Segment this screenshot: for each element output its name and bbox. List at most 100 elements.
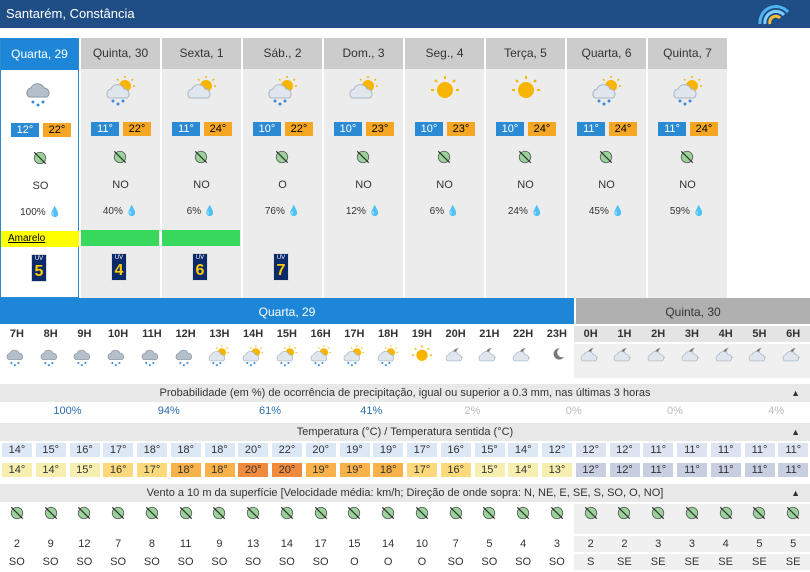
feels-like-row: 14° 14° 15° 16° 17° 18° 18° 20° 20° 19° 19° 18° 17° 1… xyxy=(0,463,810,479)
sun-rain-icon xyxy=(310,345,331,367)
feels-like-cell: 14° xyxy=(35,463,66,477)
wind-direction-icon xyxy=(516,506,530,520)
feels-like-cell: 14° xyxy=(508,463,539,477)
day-column[interactable]: Quinta, 30 11° 22° NO 40% 💧 UV 4 xyxy=(81,38,160,298)
min-temp: 10° xyxy=(496,122,524,136)
wind-speed-cell: 7 xyxy=(452,538,459,550)
temp-cell: 14° xyxy=(2,443,32,457)
day-column[interactable]: Sexta, 1 11° 24° NO 6% 💧 UV 6 xyxy=(162,38,241,298)
wind-direction-icon xyxy=(194,150,208,164)
warning-level[interactable] xyxy=(162,230,240,246)
day-column[interactable]: Terça, 5 10° 24° NO 24% 💧 xyxy=(486,38,565,298)
wind-section-title: Vento a 10 m da superfície [Velocidade m… xyxy=(146,487,664,499)
wind-dir-cell: SO xyxy=(245,556,262,568)
wind-speed-cell: 7 xyxy=(115,538,122,550)
day-tab[interactable]: Dom., 3 xyxy=(324,38,403,69)
location-title: Santarém, Constância xyxy=(6,6,135,21)
temp-cell: 17° xyxy=(407,443,437,457)
precip-probability: 12% 💧 xyxy=(324,206,403,217)
warning-level[interactable] xyxy=(81,230,159,246)
hour-icon-cell xyxy=(641,344,675,378)
wind-direction: SO xyxy=(32,180,49,192)
chevron-up-icon[interactable]: ▲ xyxy=(791,484,800,502)
moon-cloud-icon xyxy=(681,348,699,362)
wind-dir-cell: O xyxy=(383,556,393,568)
day-tab[interactable]: Quinta, 30 xyxy=(81,38,160,69)
min-temp: 11° xyxy=(91,122,119,136)
day-tab[interactable]: Sáb., 2 xyxy=(243,38,322,69)
day-tab[interactable]: Sexta, 1 xyxy=(162,38,241,69)
wind-speed-row: 2 9 12 7 8 11 9 13 14 17 15 14 10 7 5 4 3 2 2 3 3 4 5 5 xyxy=(0,536,810,552)
wind-icon-cell xyxy=(169,504,203,534)
wind-icon-cell xyxy=(0,504,34,534)
wind-direction-icon xyxy=(10,506,24,520)
wind-speed-cell: 13 xyxy=(247,538,260,550)
wind-icon-cell xyxy=(439,504,473,534)
day-tab[interactable]: Seg., 4 xyxy=(405,38,484,69)
day-column[interactable]: Quinta, 7 11° 24° NO 59% 💧 xyxy=(648,38,727,298)
temp-section-title: Temperatura (°C) / Temperatura sentida (… xyxy=(296,426,514,438)
day-column[interactable]: Dom., 3 10° 23° NO 12% 💧 xyxy=(324,38,403,298)
uv-value: 6 xyxy=(195,262,205,279)
droplet-icon: 💧 xyxy=(444,206,460,217)
wind-direction-icon xyxy=(719,506,732,520)
day-column[interactable]: Quarta, 29 12° 22° SO 100% 💧 Amarelo UV 5 xyxy=(0,38,79,298)
wind-dir-cell: SO xyxy=(76,556,93,568)
day-column[interactable]: Quarta, 6 11° 24° NO 45% 💧 xyxy=(567,38,646,298)
feels-like-cell: 15° xyxy=(474,463,505,477)
hour-icon-cell xyxy=(776,344,810,378)
temp-cell: 11° xyxy=(710,443,741,457)
temp-range: 11° 22° xyxy=(91,122,151,136)
uv-index-badge: UV 7 xyxy=(273,253,289,281)
droplet-icon: 💧 xyxy=(608,206,625,217)
wind-icon-cell xyxy=(135,504,169,534)
droplet-icon: 💧 xyxy=(527,206,544,217)
day-column[interactable]: Sáb., 2 10° 22° O 76% 💧 UV 7 xyxy=(243,38,322,298)
day-column[interactable]: Seg., 4 10° 23° NO 6% 💧 xyxy=(405,38,484,298)
hour-label: 16H xyxy=(310,328,331,340)
weather-icon xyxy=(265,74,301,108)
day-tab[interactable]: Terça, 5 xyxy=(486,38,565,69)
hour-icon-cell xyxy=(338,344,372,378)
sun-icon xyxy=(512,76,540,98)
hour-icon-cell xyxy=(473,344,507,378)
chevron-up-icon[interactable]: ▲ xyxy=(791,384,800,402)
wind-icon-cell xyxy=(338,504,372,534)
wind-dir-cell: SO xyxy=(481,556,498,568)
hour-icon-cell xyxy=(135,344,169,378)
wind-icon-wrap xyxy=(678,148,700,170)
day-tab[interactable]: Quinta, 7 xyxy=(648,38,727,69)
hourly-day-header[interactable]: Quarta, 29 xyxy=(0,298,574,324)
hour-icon-cell xyxy=(742,344,777,378)
temp-section-header[interactable]: Temperatura (°C) / Temperatura sentida (… xyxy=(0,423,810,441)
wind-section-header[interactable]: Vento a 10 m da superfície [Velocidade m… xyxy=(0,484,810,502)
moon-cloud-icon xyxy=(614,348,632,362)
hour-label: 10H xyxy=(108,328,129,340)
warning-level[interactable]: Amarelo xyxy=(1,231,79,247)
moon-cloud-icon xyxy=(580,348,598,362)
precip-probability: 100% 💧 xyxy=(1,207,80,218)
wind-dir-row: SO SO SO SO SO SO SO SO SO SO O O O SO SO SO SO S SE SE SE SE… xyxy=(0,554,810,570)
hourly-day-header[interactable]: Quinta, 30 xyxy=(576,298,810,324)
wind-icon-cell xyxy=(270,504,304,534)
precip-value: 24% xyxy=(507,206,528,217)
wind-direction-icon xyxy=(246,506,260,520)
ipma-logo-icon[interactable] xyxy=(754,2,794,26)
feels-like-cell: 13° xyxy=(542,463,572,477)
sun-cloud-icon xyxy=(187,76,216,99)
day-tab[interactable]: Quarta, 29 xyxy=(1,39,78,70)
max-temp: 22° xyxy=(123,122,151,136)
precip-probability: 6% 💧 xyxy=(162,206,241,217)
wind-direction-icon xyxy=(113,150,127,164)
hour-icon-cell xyxy=(101,344,135,378)
temp-range: 10° 24° xyxy=(496,122,556,136)
feels-like-cell: 14° xyxy=(2,463,32,477)
day-tab[interactable]: Quarta, 6 xyxy=(567,38,646,69)
wind-direction-icon xyxy=(618,506,631,520)
temp-cell: 12° xyxy=(542,443,572,457)
precip-section-header[interactable]: Probabilidade (em %) de ocorrência de pr… xyxy=(0,384,810,402)
chevron-up-icon[interactable]: ▲ xyxy=(791,423,800,441)
wind-speed-cell: 3 xyxy=(641,536,675,552)
feels-like-cell: 11° xyxy=(677,463,707,477)
droplet-icon: 💧 xyxy=(201,206,217,217)
